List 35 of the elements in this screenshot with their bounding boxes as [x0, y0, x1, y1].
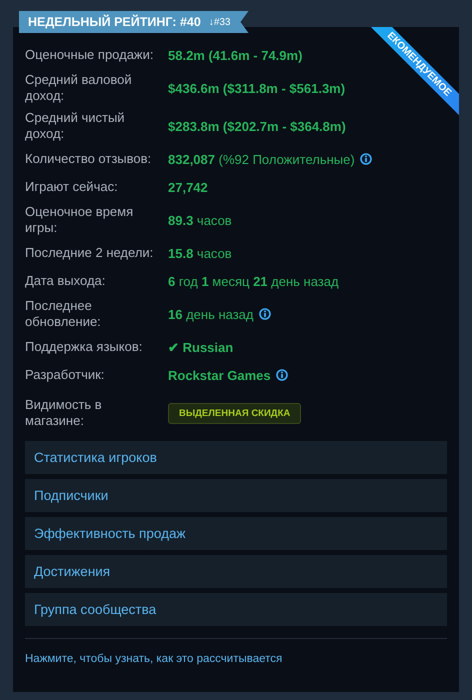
calculation-link[interactable]: Нажмите, чтобы узнать, как это рассчитывается	[25, 653, 282, 665]
stat-label: Средний валовой доход:	[25, 72, 133, 104]
visibility-badge: ВЫДЕЛЕННАЯ СКИДКА	[168, 402, 302, 424]
stat-value: $283.8m ($202.7m - $364.8m)	[168, 118, 346, 134]
stats-link-button[interactable]: Статистика игроков	[25, 441, 447, 474]
stat-value: 27,742	[168, 180, 208, 194]
stats-link-button[interactable]: Группа сообщества	[25, 593, 447, 626]
rank-change: ↓#33	[208, 16, 230, 28]
stat-value: 6 год 1 месяц 21 день назад	[168, 274, 339, 288]
stat-value: Rockstar Games	[168, 368, 271, 382]
info-icon[interactable]	[360, 153, 372, 165]
stat-label: Играют сейчас:	[25, 179, 119, 195]
stats-link-button[interactable]: Достижения	[25, 555, 447, 588]
stat-value: 15.8 часов	[168, 246, 232, 260]
stat-value: $436.6m ($311.8m - $561.3m)	[168, 80, 346, 96]
stat-value: 16 день назад	[168, 306, 254, 322]
stat-label: Поддержка языков:	[25, 339, 144, 355]
stat-value: 832,087 (%92 Положительные)	[168, 152, 355, 166]
stat-label: Дата выхода:	[25, 273, 106, 289]
stat-label: Оценочные продажи:	[25, 47, 155, 63]
rank-title: НЕДЕЛЬНЫЙ РЕЙТИНГ: #40	[28, 15, 201, 29]
info-icon[interactable]	[258, 308, 270, 320]
stat-label: Средний чистый доход:	[25, 110, 126, 142]
stats-link-button[interactable]: Эффективность продаж	[25, 517, 447, 550]
stat-label: Количество отзывов:	[25, 151, 152, 167]
stat-label: Последние 2 недели:	[25, 245, 154, 261]
stats-link-button[interactable]: Подписчики	[25, 479, 447, 512]
stat-value: 58.2m (41.6m - 74.9m)	[168, 48, 302, 62]
stat-label: Видимость в магазине:	[25, 397, 103, 429]
stat-value: 89.3 часов	[168, 212, 232, 228]
stat-label: Последнее обновление:	[25, 298, 102, 330]
stat-label: Разработчик:	[25, 367, 106, 383]
info-icon[interactable]	[276, 369, 288, 381]
stat-label: Оценочное время игры:	[25, 204, 134, 236]
stat-value: ✔ Russian	[168, 340, 234, 354]
